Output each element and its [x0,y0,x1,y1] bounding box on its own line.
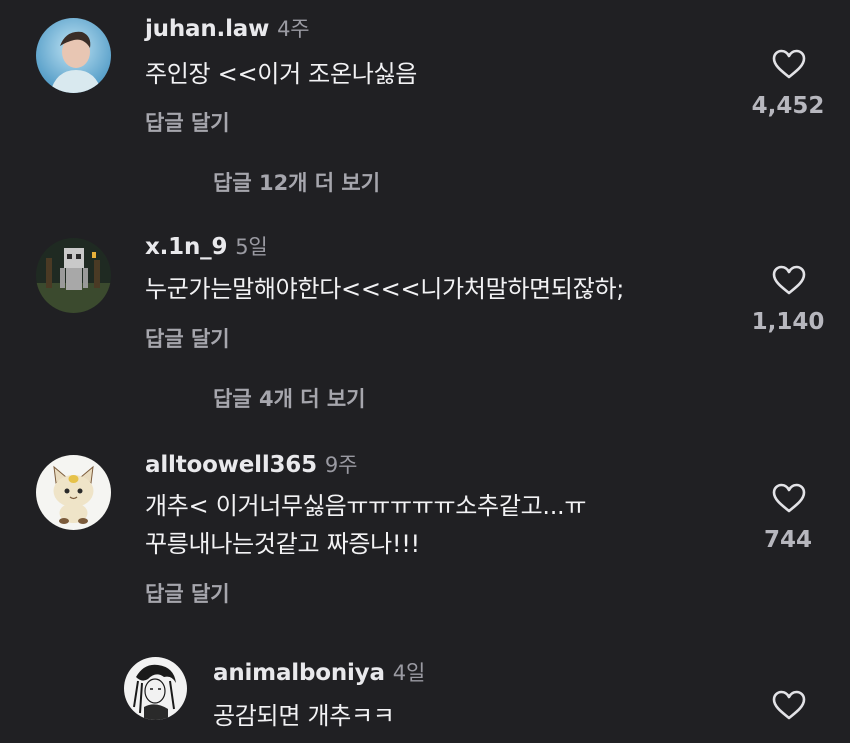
heart-icon [772,49,806,79]
comment-text: 누군가는말해야한다<<<<니가처말하면되잖하; [145,270,624,308]
comment-text-line: 누군가는말해야한다<<<<니가처말하면되잖하; [145,275,625,303]
like-count: 1,140 [751,309,825,335]
like-count: 744 [763,527,812,553]
avatar[interactable] [124,657,187,720]
username[interactable]: alltoowell365 9주 [145,449,357,479]
person-photo-avatar-icon [36,18,111,93]
comment-text-line: 공감되면 개추ㅋㅋ [213,702,395,730]
heart-icon [772,690,806,720]
like-button[interactable] [771,264,807,296]
minecraft-skeleton-avatar-icon [36,238,111,313]
avatar[interactable] [36,18,111,93]
timestamp: 5일 [235,235,268,259]
username-text[interactable]: x.1n_9 [145,234,227,260]
reply-button[interactable]: 답글 달기 [145,578,230,608]
like-button[interactable] [771,482,807,514]
reply-button[interactable]: 답글 달기 [145,323,230,353]
like-button[interactable] [771,689,807,721]
username-text[interactable]: alltoowell365 [145,452,317,478]
timestamp: 4일 [392,661,426,685]
like-button[interactable] [771,48,807,80]
username[interactable]: animalboniya 4일 [213,657,425,687]
username-text[interactable]: juhan.law [145,16,269,42]
timestamp: 9주 [324,453,358,477]
username-text[interactable]: animalboniya [213,660,385,686]
comment-text: 공감되면 개추ㅋㅋ [213,697,395,735]
username[interactable]: juhan.law 4주 [145,13,310,43]
meowth-plush-avatar-icon [36,455,111,530]
comment-text: 주인장 <<이거 조온나싫음 [145,55,417,93]
sketch-drawing-avatar-icon [124,657,187,720]
username[interactable]: x.1n_9 5일 [145,231,268,261]
view-more-replies-button[interactable]: 답글 4개 더 보기 [213,383,365,413]
heart-icon [772,483,806,513]
comment-text-line: 꾸릉내나는것같고 짜증나!!! [145,530,420,558]
comment-text-line: 주인장 <<이거 조온나싫음 [145,60,418,88]
avatar[interactable] [36,455,111,530]
like-count: 4,452 [751,93,825,119]
comment-text-line: 개추< 이거너무싫음ㅠㅠㅠㅠㅠ소추같고...ㅠ [145,492,587,520]
reply-button[interactable]: 답글 달기 [145,107,230,137]
timestamp: 4주 [277,17,310,41]
comment-text: 개추< 이거너무싫음ㅠㅠㅠㅠㅠ소추같고...ㅠ 꾸릉내나는것같고 짜증나!!! [145,487,586,563]
view-more-replies-button[interactable]: 답글 12개 더 보기 [213,167,380,197]
heart-icon [772,265,806,295]
avatar[interactable] [36,238,111,313]
